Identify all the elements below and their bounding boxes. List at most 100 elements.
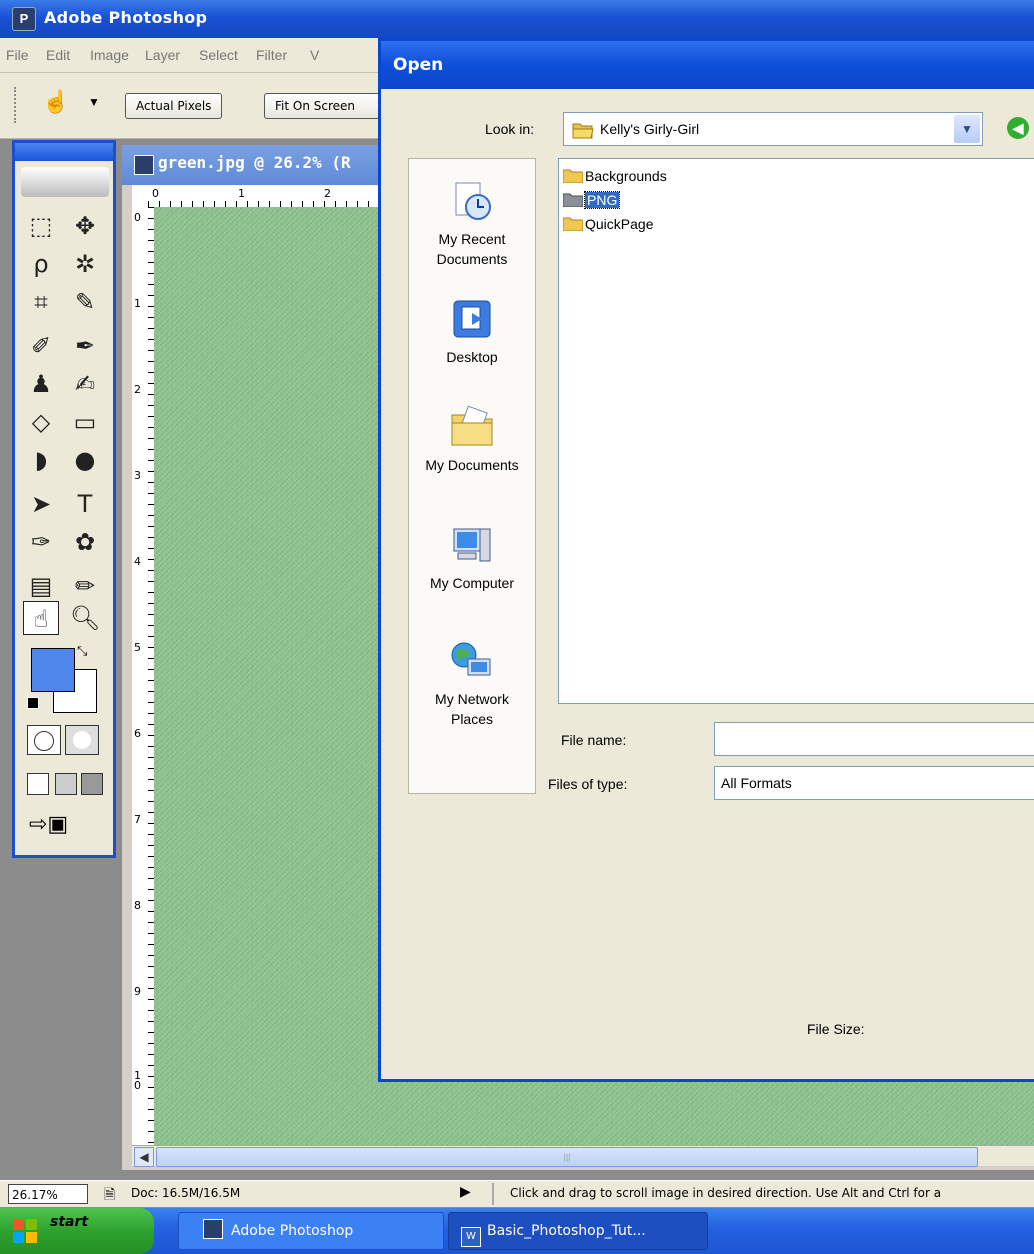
ruler-left-label: 0 bbox=[134, 211, 141, 224]
place-desktop[interactable]: Desktop bbox=[409, 297, 535, 367]
place-my-computer[interactable]: My Computer bbox=[409, 523, 535, 593]
pen-tool-icon[interactable]: ✑ bbox=[23, 525, 59, 559]
magic-wand-tool-icon[interactable]: ✲ bbox=[67, 247, 103, 281]
list-item-folder-png[interactable]: PNG bbox=[563, 189, 621, 211]
blur-tool-icon[interactable]: ◗ bbox=[23, 443, 59, 477]
jump-to-imageready-icon[interactable]: ⇨▣ bbox=[29, 811, 68, 837]
horizontal-scrollbar[interactable]: ◀ ||| bbox=[132, 1145, 1034, 1167]
place-my-network-places[interactable]: My Network Places bbox=[409, 639, 535, 729]
menu-layer[interactable]: Layer bbox=[145, 47, 180, 63]
hand-tool-preset-icon[interactable]: ☝ bbox=[42, 89, 69, 115]
file-name-label: File name: bbox=[561, 732, 627, 748]
zoom-tool-icon[interactable]: 🔍︎ bbox=[67, 601, 103, 635]
eyedropper-tool-icon[interactable]: ✏ bbox=[67, 569, 103, 603]
full-screen-menu-mode-icon[interactable] bbox=[55, 773, 77, 795]
place-label: My Network Places bbox=[435, 691, 509, 727]
start-label: start bbox=[50, 1214, 89, 1230]
network-places-icon bbox=[451, 642, 491, 676]
healing-brush-tool-icon[interactable]: ✐ bbox=[23, 329, 59, 363]
dodge-tool-icon[interactable]: ● bbox=[67, 443, 103, 477]
crop-tool-icon[interactable]: ⌗ bbox=[23, 285, 59, 319]
dialog-title-bar[interactable]: Open bbox=[381, 41, 1034, 89]
adobe-online-icon[interactable] bbox=[21, 167, 109, 197]
file-list[interactable]: Backgrounds PNG QuickPage bbox=[558, 158, 1034, 704]
ruler-top-label: 0 bbox=[152, 187, 159, 200]
swap-colors-icon[interactable]: ⤡ bbox=[77, 643, 87, 659]
standard-mode-icon[interactable] bbox=[27, 725, 61, 755]
menu-file[interactable]: File bbox=[6, 47, 29, 63]
menu-view[interactable]: V bbox=[310, 47, 319, 63]
ruler-left-label: 9 bbox=[134, 985, 141, 998]
scroll-thumb[interactable]: ||| bbox=[156, 1147, 978, 1167]
look-in-dropdown[interactable]: Kelly's Girly-Girl ▼ bbox=[563, 112, 983, 146]
app-title: Adobe Photoshop bbox=[44, 8, 208, 27]
status-menu-arrow-icon[interactable]: ▶ bbox=[460, 1183, 471, 1200]
notes-tool-icon[interactable]: ▤ bbox=[23, 569, 59, 603]
back-arrow-icon[interactable]: ◀ bbox=[1007, 117, 1029, 139]
document-info-icon[interactable]: 🗎︎ bbox=[104, 1184, 115, 1208]
lasso-tool-icon[interactable]: ρ bbox=[23, 247, 59, 281]
menu-select[interactable]: Select bbox=[199, 47, 238, 63]
status-message: Click and drag to scroll image in desire… bbox=[510, 1186, 942, 1200]
photoshop-task-icon bbox=[203, 1219, 223, 1239]
marquee-tool-icon[interactable]: ⬚ bbox=[23, 209, 59, 243]
scroll-left-icon[interactable]: ◀ bbox=[134, 1147, 154, 1167]
move-tool-icon[interactable]: ✥ bbox=[67, 209, 103, 243]
path-selection-tool-icon[interactable]: ➤ bbox=[23, 487, 59, 521]
chevron-down-icon[interactable]: ▼ bbox=[954, 115, 980, 143]
look-in-label: Look in: bbox=[485, 121, 535, 137]
menu-image[interactable]: Image bbox=[90, 47, 129, 63]
file-name-input[interactable] bbox=[714, 722, 1034, 756]
zoom-level-input[interactable]: 26.17% bbox=[8, 1184, 88, 1204]
foreground-color-front bbox=[31, 648, 75, 692]
default-colors-icon[interactable] bbox=[27, 697, 39, 709]
file-name: Backgrounds bbox=[585, 168, 667, 184]
place-label: My Documents bbox=[425, 457, 519, 473]
place-label: Desktop bbox=[446, 349, 498, 365]
custom-shape-tool-icon[interactable]: ✿ bbox=[67, 525, 103, 559]
recent-documents-icon bbox=[455, 182, 491, 220]
ruler-left-label: 5 bbox=[134, 641, 141, 654]
hand-tool-icon[interactable]: ☝ bbox=[23, 601, 59, 635]
place-my-documents[interactable]: My Documents bbox=[409, 405, 535, 475]
type-tool-icon[interactable]: T bbox=[67, 487, 103, 521]
ruler-vertical[interactable]: 0 1 2 3 4 5 6 7 8 9 10 bbox=[132, 207, 155, 1165]
taskbar-item-photoshop[interactable]: Adobe Photoshop bbox=[178, 1212, 444, 1250]
start-button[interactable]: start bbox=[0, 1208, 154, 1254]
gradient-tool-icon[interactable]: ▭ bbox=[67, 405, 103, 439]
taskbar-item-word-document[interactable]: W Basic_Photoshop_Tut... bbox=[448, 1212, 708, 1250]
taskbar-item-label: Adobe Photoshop bbox=[231, 1223, 354, 1239]
ruler-left-label: 8 bbox=[134, 899, 141, 912]
status-divider bbox=[492, 1183, 494, 1205]
look-in-value: Kelly's Girly-Girl bbox=[600, 121, 700, 137]
fit-on-screen-button[interactable]: Fit On Screen bbox=[264, 93, 380, 119]
menu-edit[interactable]: Edit bbox=[46, 47, 70, 63]
quick-mask-mode-icon[interactable] bbox=[65, 725, 99, 755]
menu-filter[interactable]: Filter bbox=[256, 47, 287, 63]
doc-size-info: Doc: 16.5M/16.5M bbox=[131, 1186, 241, 1200]
folder-open-icon bbox=[572, 123, 594, 139]
actual-pixels-button[interactable]: Actual Pixels bbox=[125, 93, 223, 119]
tools-palette: ⬚ ✥ ρ ✲ ⌗ ✎ ✐ ✒ ♟ ✍ ◇ ▭ ◗ ● ➤ T ✑ ✿ ▤ ✏ … bbox=[12, 140, 116, 858]
standard-screen-mode-icon[interactable] bbox=[27, 773, 49, 795]
desktop-icon bbox=[453, 300, 491, 338]
stamp-tool-icon[interactable]: ♟ bbox=[23, 367, 59, 401]
ruler-left-label: 10 bbox=[134, 1069, 141, 1092]
history-brush-tool-icon[interactable]: ✍ bbox=[67, 367, 103, 401]
options-grip[interactable] bbox=[14, 87, 22, 123]
word-document-icon: W bbox=[461, 1227, 481, 1247]
chevron-down-icon[interactable]: ▼ bbox=[88, 95, 100, 109]
list-item-folder-backgrounds[interactable]: Backgrounds bbox=[563, 165, 667, 187]
folder-icon bbox=[563, 169, 583, 183]
file-name: PNG bbox=[583, 191, 621, 209]
open-dialog: Open Look in: Kelly's Girly-Girl ▼ ◀ My … bbox=[378, 38, 1034, 1082]
eraser-tool-icon[interactable]: ◇ bbox=[23, 405, 59, 439]
files-of-type-select[interactable]: All Formats bbox=[714, 766, 1034, 800]
place-my-recent-documents[interactable]: My Recent Documents bbox=[409, 179, 535, 269]
full-screen-mode-icon[interactable] bbox=[81, 773, 103, 795]
tools-palette-header[interactable] bbox=[15, 143, 113, 161]
brush-tool-icon[interactable]: ✒ bbox=[67, 329, 103, 363]
list-item-folder-quickpage[interactable]: QuickPage bbox=[563, 213, 653, 235]
slice-tool-icon[interactable]: ✎ bbox=[67, 285, 103, 319]
folder-icon bbox=[563, 193, 583, 207]
